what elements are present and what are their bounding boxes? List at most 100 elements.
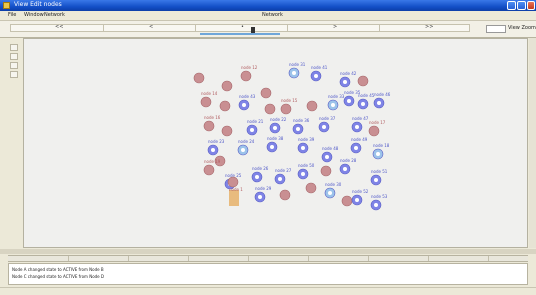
menu-window[interactable]: Window — [24, 12, 44, 18]
network-node[interactable]: node 17 — [368, 120, 386, 137]
network-node[interactable]: node 53 — [370, 194, 388, 211]
network-node[interactable] — [221, 80, 233, 92]
network-node[interactable]: node 18 — [372, 143, 390, 160]
network-graph[interactable]: node 12 node 31 node 41 node 42 node 14 node … — [24, 39, 528, 248]
node-circle[interactable] — [341, 195, 353, 207]
network-node[interactable] — [279, 189, 291, 201]
network-node[interactable] — [260, 87, 272, 99]
network-node[interactable]: node 48 — [321, 146, 339, 163]
network-node[interactable]: node 29 — [254, 186, 272, 203]
column-header[interactable] — [368, 256, 429, 261]
network-node[interactable]: node 46 — [373, 92, 391, 109]
node-circle[interactable] — [357, 75, 369, 87]
column-header[interactable] — [8, 256, 69, 261]
network-node[interactable]: node 22 — [269, 117, 287, 134]
network-node[interactable]: node 47 — [351, 116, 369, 133]
panel-splitter[interactable] — [0, 249, 536, 254]
network-node[interactable]: node 38 — [266, 136, 284, 153]
network-node[interactable]: node 50 — [297, 163, 315, 180]
segment-last[interactable]: >> — [425, 24, 433, 30]
minimize-button[interactable] — [507, 1, 516, 10]
network-node[interactable]: node 21 — [246, 119, 264, 136]
segment-next[interactable]: > — [333, 24, 337, 30]
network-node[interactable]: node 14 — [200, 91, 218, 108]
node-circle[interactable] — [240, 70, 252, 82]
column-header[interactable] — [428, 256, 489, 261]
network-node[interactable]: node 39 — [297, 137, 315, 154]
menu-network[interactable]: Network — [44, 12, 65, 18]
network-node[interactable] — [357, 75, 369, 87]
segment-current[interactable]: • — [241, 24, 244, 30]
network-node[interactable] — [227, 176, 239, 188]
node-circle[interactable] — [219, 100, 231, 112]
node-circle[interactable] — [279, 189, 291, 201]
network-node[interactable] — [193, 72, 205, 84]
node-circle[interactable] — [280, 103, 292, 115]
network-node[interactable]: node 37 — [318, 116, 336, 133]
network-node[interactable]: node 49 — [350, 137, 368, 154]
network-node[interactable]: node 43 — [238, 94, 256, 111]
node-circle[interactable] — [221, 80, 233, 92]
node-circle[interactable] — [306, 100, 318, 112]
menu-file[interactable]: File — [8, 12, 16, 18]
network-node[interactable]: node 33 — [327, 94, 345, 111]
link-tool-icon[interactable] — [10, 71, 18, 78]
node-circle[interactable] — [227, 176, 239, 188]
network-node[interactable]: node 31 — [288, 62, 306, 79]
network-node[interactable]: node 1 — [229, 187, 243, 206]
network-node[interactable]: node 24 — [237, 139, 255, 156]
column-header[interactable] — [68, 256, 129, 261]
node-circle[interactable] — [203, 120, 215, 132]
network-node[interactable]: node 51 — [370, 169, 388, 186]
network-node[interactable]: node 15 — [280, 98, 298, 115]
network-node[interactable]: node 26 — [251, 166, 269, 183]
network-node[interactable]: node 28 — [339, 158, 357, 175]
network-node[interactable]: node 16 — [203, 115, 221, 132]
close-button[interactable] — [527, 1, 535, 10]
move-tool-icon[interactable] — [10, 53, 18, 60]
network-node[interactable] — [320, 165, 332, 177]
node-circle[interactable] — [320, 165, 332, 177]
node-circle[interactable] — [260, 87, 272, 99]
network-node[interactable] — [221, 125, 233, 137]
event-log[interactable]: Node A changed state to ACTIVE from Node… — [8, 263, 528, 285]
network-node[interactable]: node 45 — [357, 93, 375, 110]
maximize-button[interactable] — [517, 1, 526, 10]
segment-prev[interactable]: < — [149, 24, 153, 30]
playback-segments[interactable]: << < • > >> — [10, 24, 470, 33]
node-label: node 42 — [340, 71, 357, 76]
node-shape[interactable] — [229, 190, 239, 206]
network-node[interactable]: node 36 — [292, 118, 310, 135]
network-node[interactable]: node 52 — [351, 189, 369, 206]
network-node[interactable]: node 30 — [324, 182, 342, 199]
canvas-scrollbar[interactable] — [529, 38, 536, 248]
column-header[interactable] — [308, 256, 369, 261]
network-node[interactable] — [341, 195, 353, 207]
node-circle[interactable] — [305, 182, 317, 194]
column-header[interactable] — [128, 256, 189, 261]
zoom-tool-icon[interactable] — [10, 62, 18, 69]
node-circle[interactable] — [221, 125, 233, 137]
node-circle[interactable] — [203, 164, 215, 176]
title-bar[interactable]: View Edit nodes — [0, 0, 536, 11]
network-node[interactable]: node 27 — [274, 168, 292, 185]
node-circle[interactable] — [193, 72, 205, 84]
network-node[interactable] — [219, 100, 231, 112]
network-node[interactable] — [264, 103, 276, 115]
zoom-checkbox[interactable] — [486, 25, 506, 33]
node-circle[interactable] — [200, 96, 212, 108]
select-tool-icon[interactable] — [10, 44, 18, 51]
node-circle[interactable] — [264, 103, 276, 115]
network-node[interactable] — [305, 182, 317, 194]
network-node[interactable]: node 23 — [207, 139, 225, 156]
node-circle[interactable] — [368, 125, 380, 137]
network-node[interactable]: node 42 — [339, 71, 357, 88]
network-node[interactable]: node 19 — [203, 159, 221, 176]
network-node[interactable]: node 41 — [310, 65, 328, 82]
network-canvas[interactable]: node 12 node 31 node 41 node 42 node 14 node … — [23, 38, 528, 248]
network-node[interactable] — [306, 100, 318, 112]
segment-first[interactable]: << — [55, 24, 63, 30]
column-header[interactable] — [248, 256, 309, 261]
column-header[interactable] — [188, 256, 249, 261]
network-node[interactable]: node 12 — [240, 65, 258, 82]
